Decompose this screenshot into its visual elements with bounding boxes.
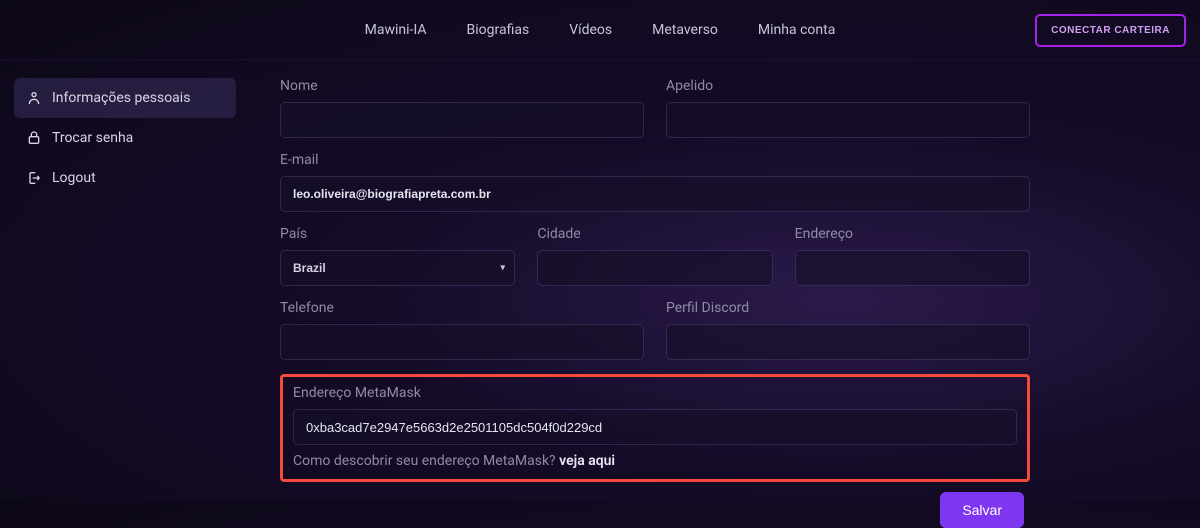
top-header: Mawini-IA Biografias Vídeos Metaverso Mi… — [0, 0, 1200, 60]
sidebar-item-change-password[interactable]: Trocar senha — [14, 118, 236, 158]
sidebar-item-label: Trocar senha — [52, 130, 133, 146]
city-input[interactable] — [537, 250, 772, 286]
nav-minha-conta[interactable]: Minha conta — [758, 22, 835, 38]
phone-label: Telefone — [280, 300, 644, 316]
sidebar-item-label: Logout — [52, 170, 96, 186]
nav-biografias[interactable]: Biografias — [467, 22, 530, 38]
sidebar: Informações pessoais Trocar senha Logout — [0, 60, 250, 528]
connect-wallet-button[interactable]: CONECTAR CARTEIRA — [1035, 14, 1186, 47]
city-label: Cidade — [537, 226, 772, 242]
main-area: Informações pessoais Trocar senha Logout… — [0, 60, 1200, 528]
email-label: E-mail — [280, 152, 1030, 168]
nickname-label: Apelido — [666, 78, 1030, 94]
phone-input[interactable] — [280, 324, 644, 360]
user-icon — [26, 90, 42, 106]
sidebar-item-logout[interactable]: Logout — [14, 158, 236, 198]
metamask-input[interactable] — [293, 409, 1017, 445]
metamask-highlight: Endereço MetaMask Como descobrir seu end… — [280, 374, 1030, 482]
address-label: Endereço — [795, 226, 1030, 242]
sidebar-item-personal-info[interactable]: Informações pessoais — [14, 78, 236, 118]
sidebar-item-label: Informações pessoais — [52, 90, 190, 106]
address-input[interactable] — [795, 250, 1030, 286]
nav-mawini-ia[interactable]: Mawini-IA — [365, 22, 427, 38]
save-button[interactable]: Salvar — [940, 492, 1024, 528]
form-content: Nome Apelido E-mail País Brazil — [250, 60, 1060, 528]
name-label: Nome — [280, 78, 644, 94]
metamask-help-link[interactable]: veja aqui — [559, 453, 615, 469]
nav-videos[interactable]: Vídeos — [569, 22, 612, 38]
logout-icon — [26, 170, 42, 186]
country-label: País — [280, 226, 515, 242]
metamask-help: Como descobrir seu endereço MetaMask? ve… — [293, 453, 1017, 469]
name-input[interactable] — [280, 102, 644, 138]
discord-label: Perfil Discord — [666, 300, 1030, 316]
metamask-label: Endereço MetaMask — [293, 385, 1017, 401]
metamask-help-text: Como descobrir seu endereço MetaMask? — [293, 453, 559, 469]
country-select[interactable]: Brazil — [280, 250, 515, 286]
lock-icon — [26, 130, 42, 146]
nickname-input[interactable] — [666, 102, 1030, 138]
email-input[interactable] — [280, 176, 1030, 212]
nav-metaverso[interactable]: Metaverso — [652, 22, 718, 38]
main-nav: Mawini-IA Biografias Vídeos Metaverso Mi… — [365, 22, 836, 38]
discord-input[interactable] — [666, 324, 1030, 360]
